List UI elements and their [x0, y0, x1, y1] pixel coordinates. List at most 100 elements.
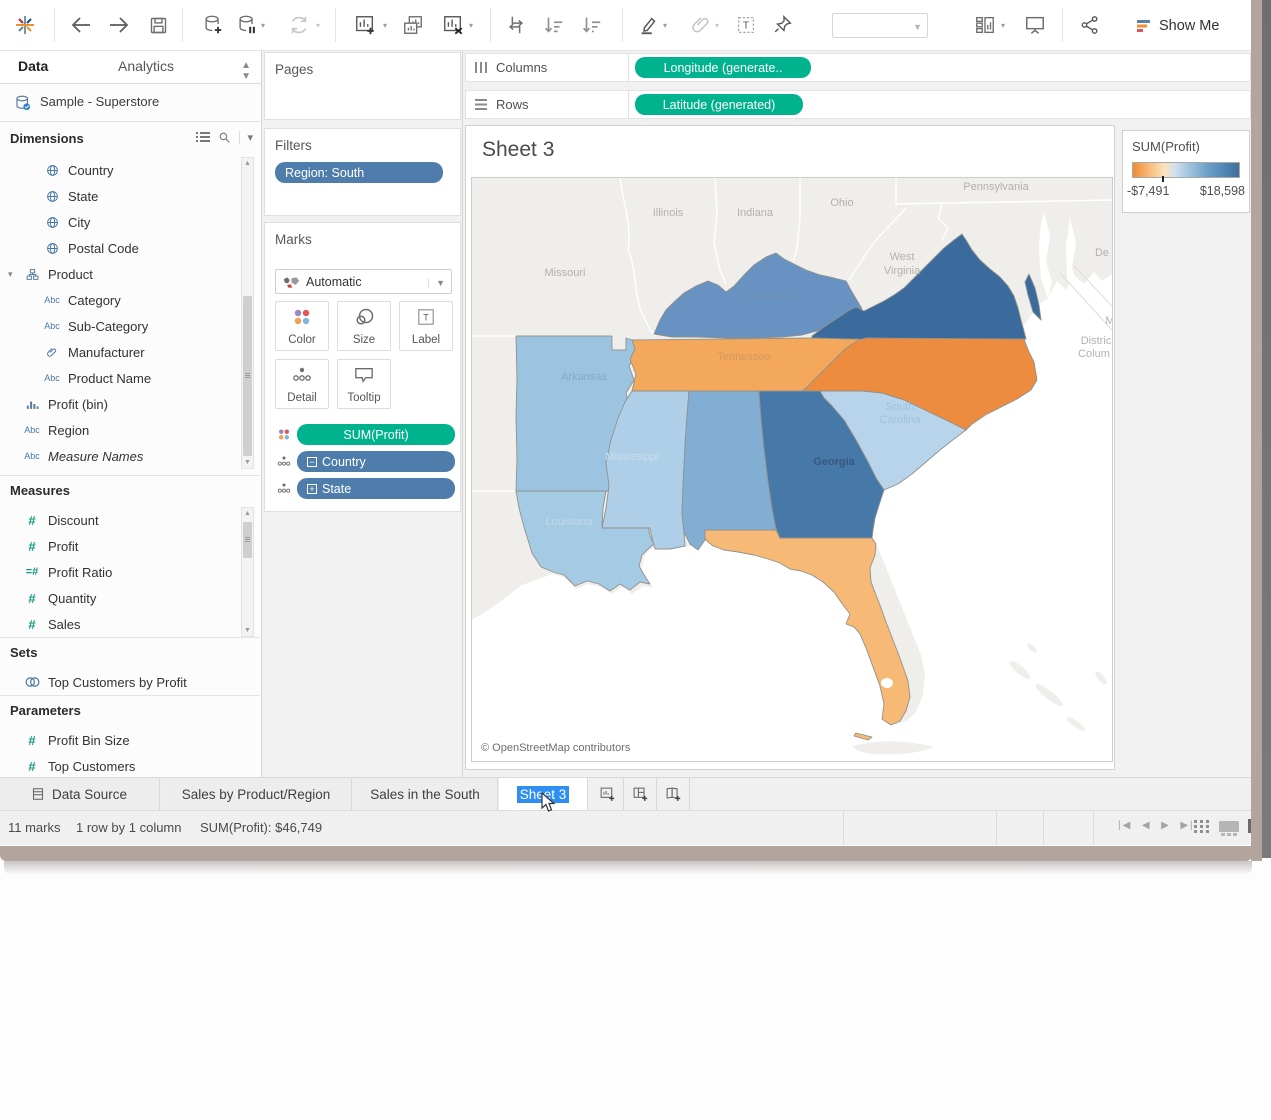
tab-sales-in-the-south[interactable]: Sales in the South [353, 778, 498, 810]
pill-state[interactable]: +State [297, 478, 455, 499]
field-profit-ratio[interactable]: =# Profit Ratio [0, 559, 240, 585]
field-postal-code[interactable]: Postal Code [0, 235, 240, 261]
chevron-down-icon[interactable]: ▾ [239, 131, 253, 144]
globe-icon [42, 164, 62, 177]
redo-button[interactable] [106, 12, 132, 38]
label-button[interactable]: T Label [399, 301, 453, 351]
save-button[interactable] [145, 12, 171, 38]
tab-analytics[interactable]: Analytics [118, 58, 174, 74]
new-worksheet-button[interactable] [352, 12, 378, 38]
chevron-down-icon[interactable]: ▾ [261, 21, 265, 30]
field-quantity[interactable]: # Quantity [0, 585, 240, 611]
pill-longitude[interactable]: Longitude (generate.. [635, 57, 811, 78]
share-button[interactable] [1077, 12, 1103, 38]
detail-button[interactable]: Detail [275, 359, 329, 409]
presentation-mode-button[interactable] [1022, 12, 1048, 38]
globe-icon [42, 190, 62, 203]
chevron-down-icon[interactable]: ▾ [663, 21, 667, 30]
scrollbar-thumb[interactable] [243, 522, 252, 558]
field-measure-names[interactable]: Abc Measure Names [0, 443, 240, 469]
color-button[interactable]: Color [275, 301, 329, 351]
field-country[interactable]: Country [0, 157, 240, 183]
pill-latitude[interactable]: Latitude (generated) [635, 94, 803, 115]
show-tabs-icon[interactable] [1194, 820, 1210, 833]
dimensions-scrollbar[interactable]: ▲ ▼ [241, 157, 254, 469]
field-city[interactable]: City [0, 209, 240, 235]
clear-sheet-button[interactable] [440, 12, 466, 38]
format-link-icon[interactable] [688, 12, 714, 38]
field-sales[interactable]: # Sales [0, 611, 240, 637]
show-me-button[interactable]: Show Me [1136, 13, 1219, 39]
tableau-window: ▾ ▾ ▾ ▾ ▾ ▾ [0, 0, 1252, 861]
scroll-down-icon[interactable]: ▼ [244, 459, 251, 466]
field-product-hierarchy[interactable]: ▾ Product [0, 261, 240, 287]
collapse-box-icon[interactable]: − [307, 457, 317, 467]
collapse-icon[interactable]: ▾ [8, 269, 13, 280]
mark-type-dropdown[interactable]: Automatic ▼ [275, 269, 452, 294]
columns-shelf[interactable]: Columns Longitude (generate.. [465, 53, 1251, 82]
view-list-icon[interactable] [196, 132, 210, 144]
pill-country[interactable]: −Country [297, 451, 455, 472]
divider [622, 8, 623, 42]
refresh-button[interactable] [286, 12, 312, 38]
scrollbar-thumb[interactable] [243, 296, 252, 456]
new-dashboard-tab-button[interactable] [625, 778, 657, 810]
new-story-tab-button[interactable] [658, 778, 690, 810]
show-hide-cards-button[interactable] [972, 12, 998, 38]
size-button[interactable]: Size [337, 301, 391, 351]
measures-scrollbar[interactable]: ▲ ▼ [241, 507, 254, 637]
legend-zero-tick [1162, 176, 1164, 182]
chevron-down-icon[interactable]: ▼ [428, 278, 445, 288]
field-top-customers[interactable]: # Top Customers [0, 753, 240, 779]
pill-sum-profit[interactable]: SUM(Profit) [297, 424, 455, 445]
color-legend-card[interactable]: SUM(Profit) -$7,491 $18,598 [1122, 130, 1250, 213]
sheet-nav-arrows[interactable]: |◀ ◀ ▶ ▶| [1118, 820, 1195, 831]
field-profit-bin-size[interactable]: # Profit Bin Size [0, 727, 240, 753]
field-profit-bin[interactable]: Profit (bin) [0, 391, 240, 417]
scroll-down-icon[interactable]: ▼ [244, 627, 251, 634]
highlight-button[interactable] [636, 12, 662, 38]
chevron-down-icon[interactable]: ▾ [1001, 21, 1005, 30]
map-view[interactable]: Missouri Illinois Indiana Ohio Pennsylva… [471, 177, 1113, 762]
chevron-down-icon[interactable]: ▾ [469, 21, 473, 30]
sort-ascending-button[interactable] [541, 12, 567, 38]
field-discount[interactable]: # Discount [0, 507, 240, 533]
tab-data[interactable]: Data [18, 58, 48, 74]
marks-card[interactable]: Marks Automatic ▼ Color Size T Label [264, 222, 461, 512]
duplicate-sheet-button[interactable] [400, 12, 426, 38]
scroll-up-icon[interactable]: ▲ [244, 160, 251, 167]
field-product-name[interactable]: Abc Product Name [0, 365, 240, 391]
field-manufacturer[interactable]: Manufacturer [0, 339, 240, 365]
expand-box-icon[interactable]: + [307, 484, 317, 494]
new-worksheet-tab-button[interactable] [592, 778, 624, 810]
sort-descending-button[interactable] [579, 12, 605, 38]
fix-axes-pin-icon[interactable] [770, 12, 796, 38]
divider [1062, 8, 1063, 42]
swap-rows-columns-button[interactable] [503, 12, 529, 38]
field-category[interactable]: Abc Category [0, 287, 240, 313]
fit-selector[interactable]: ▼ [832, 13, 928, 38]
tooltip-button[interactable]: Tooltip [337, 359, 391, 409]
tab-sales-by-product-region[interactable]: Sales by Product/Region [161, 778, 352, 810]
show-mark-labels-button[interactable]: T [733, 12, 759, 38]
new-data-source-button[interactable] [200, 12, 226, 38]
scroll-up-icon[interactable]: ▲ [244, 510, 251, 517]
rows-shelf[interactable]: Rows Latitude (generated) [465, 90, 1251, 119]
pane-split-icon[interactable]: ▲▼ [241, 60, 251, 82]
search-icon[interactable] [218, 131, 231, 144]
filter-pill-region-south[interactable]: Region: South [275, 162, 443, 183]
field-profit[interactable]: # Profit [0, 533, 240, 559]
datasource-row[interactable]: Sample - Superstore [0, 88, 261, 118]
pause-auto-updates-button[interactable] [234, 12, 260, 38]
undo-button[interactable] [68, 12, 94, 38]
field-top-customers-by-profit[interactable]: Top Customers by Profit [0, 669, 240, 695]
filmstrip-view-icon[interactable] [1219, 821, 1239, 832]
field-sub-category[interactable]: Abc Sub-Category [0, 313, 240, 339]
chevron-down-icon[interactable]: ▾ [383, 21, 387, 30]
field-state[interactable]: State [0, 183, 240, 209]
field-region[interactable]: Abc Region [0, 417, 240, 443]
pages-card[interactable]: Pages [264, 52, 461, 120]
filters-card[interactable]: Filters Region: South [264, 128, 461, 216]
tab-data-source[interactable]: Data Source [0, 778, 160, 810]
legend-gradient[interactable] [1132, 162, 1240, 178]
